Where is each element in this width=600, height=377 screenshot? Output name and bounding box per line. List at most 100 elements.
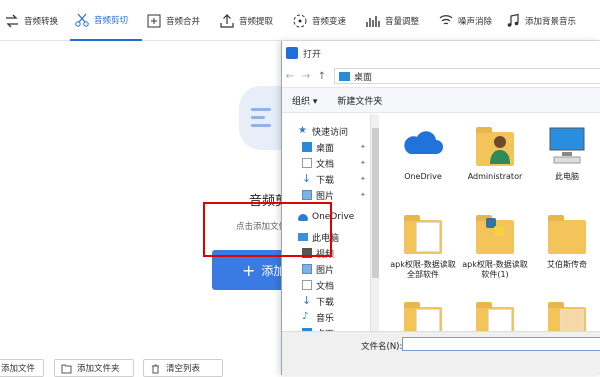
highlight-box <box>203 202 332 257</box>
back-arrow-icon[interactable]: ← <box>282 71 298 82</box>
nav-label: 下载 <box>316 297 335 308</box>
star-icon: ★ <box>298 125 307 136</box>
desktop-folder-icon <box>302 142 312 152</box>
nav-downloads-pc[interactable]: ↓ 下载 <box>302 294 334 308</box>
nav-music[interactable]: ♪ 音乐 <box>302 310 334 324</box>
pin-icon: ✦ <box>360 175 366 183</box>
noise-wave-icon <box>439 14 453 24</box>
merge-icon <box>147 14 161 27</box>
user-folder-icon <box>472 122 518 168</box>
navigation-scrollbar[interactable] <box>370 114 379 331</box>
file-item-folder[interactable]: 艾伯斯传奇 <box>532 210 600 270</box>
tool-audio-convert[interactable]: 音频转换 <box>0 0 70 41</box>
file-item-folder[interactable] <box>388 297 458 331</box>
clear-list-button[interactable]: 清空列表 <box>143 359 223 377</box>
tool-volume-adjust[interactable]: 音量调整 <box>361 0 434 41</box>
folder-icon <box>400 210 446 256</box>
file-name: apk权限-数据读取全部软件 <box>390 260 456 279</box>
pin-icon: ✦ <box>360 143 366 151</box>
nav-quick-access[interactable]: ★ 快速访问 <box>298 124 348 138</box>
dialog-title-bar: 打开 <box>282 41 600 65</box>
file-item-folder[interactable] <box>532 297 600 331</box>
tool-label: 音频转换 <box>24 16 59 27</box>
file-item-folder[interactable]: apk权限-数据读取软件(1) <box>460 210 530 280</box>
audio-file-illustration-icon <box>239 86 283 150</box>
music-note-icon: ♪ <box>302 311 309 322</box>
picture-icon <box>302 190 312 200</box>
folder-icon <box>400 297 446 331</box>
file-item-folder[interactable] <box>460 297 530 331</box>
document-icon <box>302 158 312 168</box>
tool-audio-merge[interactable]: 音频合并 <box>142 0 215 41</box>
up-arrow-icon[interactable]: ↑ <box>314 71 330 82</box>
speed-icon <box>293 14 307 27</box>
computer-icon <box>544 122 590 168</box>
clear-list-label: 清空列表 <box>166 364 201 374</box>
pin-icon: ✦ <box>360 191 366 199</box>
document-icon <box>302 280 312 290</box>
cloud-icon <box>400 122 446 168</box>
filename-label: 文件名(N): <box>361 342 403 352</box>
add-files-button[interactable]: 添加文件 <box>0 359 44 377</box>
add-folder-button[interactable]: 添加文件夹 <box>54 359 134 377</box>
file-item-folder[interactable]: apk权限-数据读取全部软件 <box>388 210 458 280</box>
nav-label: 音乐 <box>316 313 335 324</box>
picture-icon <box>302 264 312 274</box>
download-arrow-icon: ↓ <box>302 294 312 307</box>
file-item-administrator[interactable]: Administrator <box>460 122 530 182</box>
folder-icon <box>544 297 590 331</box>
nav-desktop[interactable]: 桌面 <box>302 140 334 154</box>
tool-label: 噪声消除 <box>458 16 493 27</box>
file-name: 此电脑 <box>555 172 579 181</box>
pin-icon: ✦ <box>360 159 366 167</box>
new-folder-button[interactable]: 新建文件夹 <box>337 94 382 107</box>
scrollbar-thumb[interactable] <box>372 128 379 278</box>
add-folder-label: 添加文件夹 <box>77 364 120 374</box>
tool-label: 音频提取 <box>239 16 274 27</box>
forward-arrow-icon[interactable]: → <box>298 71 314 82</box>
download-arrow-icon: ↓ <box>302 172 312 185</box>
desktop-folder-icon <box>339 71 350 81</box>
tool-add-bgm[interactable]: 添加背景音乐 <box>501 0 600 41</box>
nav-downloads[interactable]: ↓ 下载 <box>302 172 334 186</box>
tool-audio-speed[interactable]: 音频变速 <box>288 0 361 41</box>
tool-label: 音频变速 <box>312 16 347 27</box>
tool-label: 添加背景音乐 <box>525 16 577 27</box>
tool-label: 音量调整 <box>385 16 420 27</box>
convert-icon <box>6 14 18 27</box>
scissors-icon <box>75 13 89 27</box>
tool-noise-removal[interactable]: 噪声消除 <box>434 0 501 41</box>
nav-label: 文档 <box>316 159 335 170</box>
file-name: apk权限-数据读取软件(1) <box>462 260 528 279</box>
nav-pictures-pc[interactable]: 图片 <box>302 262 334 276</box>
folder-plus-icon <box>61 364 72 373</box>
dialog-filename-row: 文件名(N): <box>282 331 600 375</box>
python-folder-icon <box>472 210 518 256</box>
nav-documents-pc[interactable]: 文档 <box>302 278 334 292</box>
add-files-label: 添加文件 <box>1 364 36 374</box>
file-name: OneDrive <box>404 172 442 181</box>
nav-label: 快速访问 <box>312 127 349 138</box>
address-bar[interactable]: 桌面 <box>334 68 600 84</box>
file-name: Administrator <box>467 172 523 181</box>
folder-icon <box>544 210 590 256</box>
tool-label: 音频剪切 <box>94 15 129 26</box>
tool-audio-extract[interactable]: 音频提取 <box>215 0 288 41</box>
nav-documents[interactable]: 文档 <box>302 156 334 170</box>
music-note-icon <box>507 13 519 27</box>
file-name: 艾伯斯传奇 <box>547 260 587 269</box>
extract-icon <box>220 13 234 28</box>
nav-label: 桌面 <box>316 143 335 154</box>
organize-button[interactable]: 组织 ▾ <box>292 94 317 107</box>
filename-input[interactable] <box>402 337 600 351</box>
tool-audio-cut[interactable]: 音频剪切 <box>70 0 142 41</box>
file-grid: OneDrive Administrator 此电脑 apk权限-数据读取全部软… <box>382 114 600 331</box>
nav-label: 下载 <box>316 175 335 186</box>
nav-pictures[interactable]: 图片 <box>302 188 334 202</box>
folder-icon <box>472 297 518 331</box>
plus-icon: + <box>242 260 256 280</box>
file-item-this-pc[interactable]: 此电脑 <box>532 122 600 182</box>
address-bar-row: ← → ↑ 桌面 <box>282 65 600 87</box>
file-item-onedrive[interactable]: OneDrive <box>388 122 458 182</box>
address-text: 桌面 <box>354 72 373 83</box>
